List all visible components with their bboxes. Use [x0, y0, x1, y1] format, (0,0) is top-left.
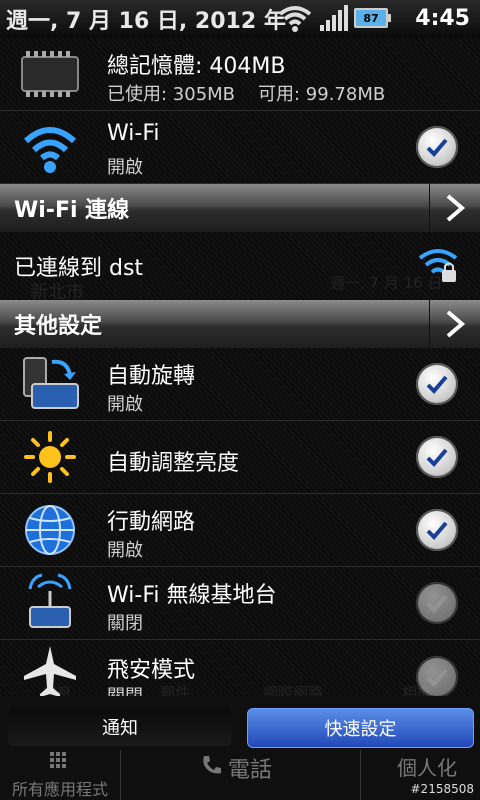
- phone-label: 電話: [228, 758, 273, 783]
- airplane-mode-checkbox[interactable]: [416, 656, 458, 696]
- globe-network-icon: [18, 498, 82, 562]
- notifications-label: 通知: [102, 718, 138, 739]
- hotspot-router-icon: [18, 571, 82, 635]
- wifi-connected-text: 已連線到 dst: [14, 256, 144, 281]
- brightness-sun-icon: [18, 425, 82, 489]
- auto-rotate-checkbox[interactable]: [416, 363, 458, 405]
- mobile-network-checkbox[interactable]: [416, 509, 458, 551]
- other-settings-label: 其他設定: [14, 314, 103, 339]
- memory-free: 可用: 99.78MB: [258, 84, 386, 105]
- checkmark-icon: [426, 375, 448, 394]
- quick-settings-panel: 新北市 週一, 7 月 16 日 訊息 郵件 網際網路 相機 總記憶體: 404…: [0, 38, 480, 696]
- all-apps-label: 所有應用程式: [12, 780, 109, 799]
- wifi-title: Wi-Fi: [107, 121, 160, 146]
- wifi-connected-row[interactable]: 已連線到 dst: [0, 232, 480, 300]
- cell-signal-icon: [320, 5, 348, 31]
- launcher-dock: 所有應用程式 電話 個人化: [0, 750, 480, 800]
- settings-status-2: 開啟: [107, 540, 143, 561]
- memory-row: 總記憶體: 404MB 已使用: 305MB 可用: 99.78MB: [0, 38, 480, 111]
- settings-title-2: 行動網路: [107, 510, 196, 535]
- wifi-hotspot-row[interactable]: Wi-Fi 無線基地台 關閉: [0, 567, 480, 640]
- settings-status-0: 開啟: [107, 394, 143, 415]
- all-apps-button[interactable]: 所有應用程式: [0, 750, 121, 800]
- checkmark-icon: [426, 594, 448, 613]
- settings-status-4: 關閉: [107, 682, 143, 696]
- phone-button[interactable]: 電話: [200, 750, 300, 800]
- wifi-signal-icon: [278, 6, 312, 32]
- status-icons: 87: [278, 4, 391, 32]
- settings-title-0: 自動旋轉: [107, 364, 196, 389]
- settings-title-4: 飛安模式: [107, 658, 196, 683]
- settings-status-3: 關閉: [107, 613, 143, 634]
- wifi-status: 開啟: [107, 157, 143, 178]
- memory-used: 已使用: 305MB: [107, 84, 236, 105]
- checkmark-icon: [426, 448, 448, 467]
- memory-chip-icon: [18, 42, 82, 106]
- chevron-right-icon[interactable]: [429, 184, 480, 232]
- wifi-hotspot-checkbox[interactable]: [416, 582, 458, 624]
- phone-icon: [203, 756, 221, 774]
- notifications-tab-button[interactable]: 通知: [8, 708, 232, 746]
- auto-brightness-checkbox[interactable]: [416, 436, 458, 478]
- status-date: 週一, 7 月 16 日, 2012 年: [6, 9, 286, 34]
- memory-total: 總記憶體: 404MB: [107, 54, 286, 79]
- wifi-connection-label: Wi-Fi 連線: [14, 198, 130, 223]
- checkmark-icon: [426, 521, 448, 540]
- wifi-icon: [18, 115, 82, 179]
- watermark: #2158508: [410, 782, 475, 796]
- airplane-mode-row[interactable]: 飛安模式 關閉: [0, 640, 480, 696]
- other-settings-section[interactable]: 其他設定: [0, 300, 480, 348]
- status-bar: 週一, 7 月 16 日, 2012 年 87 4:45: [0, 0, 480, 38]
- quick-settings-label: 快速設定: [324, 719, 397, 740]
- chevron-right-icon[interactable]: [429, 300, 480, 348]
- airplane-icon: [18, 640, 82, 696]
- auto-rotate-row[interactable]: 自動旋轉 開啟: [0, 348, 480, 421]
- apps-grid-icon: [50, 752, 66, 768]
- wifi-connection-section[interactable]: Wi-Fi 連線: [0, 184, 480, 232]
- battery-icon: 87: [354, 8, 391, 28]
- mobile-network-row[interactable]: 行動網路 開啟: [0, 494, 480, 567]
- wifi-row[interactable]: Wi-Fi 開啟: [0, 111, 480, 184]
- settings-title-1: 自動調整亮度: [107, 451, 240, 476]
- checkmark-icon: [426, 138, 448, 157]
- personalize-label: 個人化: [397, 756, 457, 780]
- battery-level: 87: [363, 11, 379, 25]
- quick-settings-tab-button[interactable]: 快速設定: [247, 708, 474, 748]
- checkmark-icon: [426, 668, 448, 687]
- settings-title-3: Wi-Fi 無線基地台: [107, 583, 277, 608]
- auto-brightness-row[interactable]: 自動調整亮度: [0, 421, 480, 494]
- bottom-bar: 通知 快速設定 所有應用程式 電話 個人化 #2158508: [0, 696, 480, 800]
- wifi-locked-icon: [418, 249, 458, 282]
- status-time: 4:45: [415, 6, 470, 31]
- wifi-checkbox[interactable]: [416, 126, 458, 168]
- rotate-screen-icon: [18, 352, 82, 416]
